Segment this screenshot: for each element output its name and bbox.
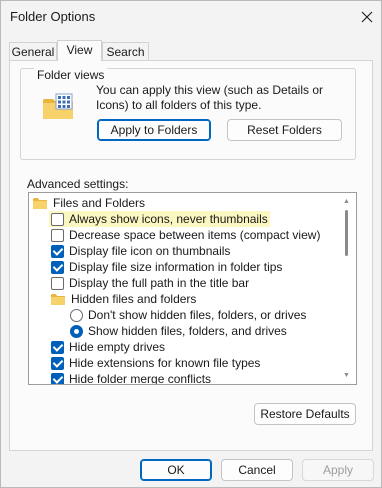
apply-to-folders-button[interactable]: Apply to Folders	[97, 119, 211, 141]
tree-item-label: Don't show hidden files, folders, or dri…	[88, 308, 307, 322]
checkbox-checked[interactable]	[51, 356, 64, 370]
restore-defaults-button[interactable]: Restore Defaults	[254, 403, 356, 425]
window-title: Folder Options	[10, 9, 96, 24]
tab-view[interactable]: View	[57, 40, 102, 61]
tree-item-label: Display file icon on thumbnails	[69, 244, 231, 258]
checkbox-checked[interactable]	[51, 372, 64, 384]
tree-item-display-file-icon[interactable]: Display file icon on thumbnails	[51, 243, 230, 259]
checkbox[interactable]	[51, 228, 64, 242]
close-button[interactable]	[353, 3, 381, 31]
tab-general-label: General	[11, 45, 55, 59]
tree-item-dont-show-hidden[interactable]: Don't show hidden files, folders, or dri…	[70, 307, 306, 323]
tree-item-label: Hidden files and folders	[71, 292, 197, 306]
tree-item-label: Files and Folders	[53, 196, 146, 210]
tree-item-label: Decrease space between items (compact vi…	[69, 228, 321, 242]
scroll-down-arrow-icon[interactable]: ▼	[342, 371, 351, 380]
tree-item-always-show-icons[interactable]: Always show icons, never thumbnails	[49, 211, 270, 227]
folder-views-description: You can apply this view (such as Details…	[96, 83, 324, 112]
folder-views-label: Folder views	[34, 68, 108, 82]
tab-general[interactable]: General	[9, 42, 57, 60]
tree-item-hide-extensions[interactable]: Hide extensions for known file types	[51, 355, 260, 371]
cancel-button[interactable]: Cancel	[221, 459, 293, 481]
tree-folder-hidden-files: Hidden files and folders	[51, 291, 196, 307]
tree-item-label: Hide extensions for known file types	[69, 356, 261, 370]
apply-button: Apply	[302, 459, 374, 481]
tab-search-label: Search	[106, 45, 145, 59]
tab-view-label: View	[66, 43, 93, 57]
tree-item-label: Display the full path in the title bar	[69, 276, 250, 290]
radio-button[interactable]	[70, 308, 83, 322]
tree-folder-files-and-folders: Files and Folders	[33, 195, 145, 211]
tree-item-hide-empty-drives[interactable]: Hide empty drives	[51, 339, 165, 355]
tree-item-display-full-path[interactable]: Display the full path in the title bar	[51, 275, 249, 291]
tree-item-label: Display file size information in folder …	[69, 260, 283, 274]
folder-options-dialog: Folder Options General View Search Folde…	[0, 0, 382, 488]
reset-folders-button[interactable]: Reset Folders	[227, 119, 342, 141]
advanced-settings-list[interactable]: Files and Folders Always show icons, nev…	[28, 192, 357, 385]
advanced-settings-label: Advanced settings:	[27, 177, 129, 191]
tree-item-label: Always show icons, never thumbnails	[69, 212, 268, 226]
highlight-marker: Always show icons, never thumbnails	[49, 211, 270, 227]
tree-item-decrease-space[interactable]: Decrease space between items (compact vi…	[51, 227, 320, 243]
checkbox[interactable]	[51, 276, 64, 290]
folder-icon	[33, 198, 47, 209]
tree-item-hide-merge-conflicts[interactable]: Hide folder merge conflicts	[51, 371, 212, 385]
title-bar: Folder Options	[1, 1, 381, 35]
tab-search[interactable]: Search	[102, 42, 149, 60]
tree-item-label: Hide empty drives	[69, 340, 166, 354]
tree-item-show-hidden[interactable]: Show hidden files, folders, and drives	[70, 323, 287, 339]
checkbox-checked[interactable]	[51, 260, 64, 274]
scroll-up-arrow-icon[interactable]: ▲	[342, 197, 351, 206]
close-icon	[361, 11, 373, 23]
scrollbar-thumb[interactable]	[345, 210, 348, 256]
tree-item-display-file-size[interactable]: Display file size information in folder …	[51, 259, 282, 275]
checkbox-checked[interactable]	[51, 340, 64, 354]
folder-views-icon	[43, 93, 73, 119]
tree-item-label: Show hidden files, folders, and drives	[88, 324, 287, 338]
ok-button[interactable]: OK	[140, 459, 212, 481]
folder-icon	[51, 294, 65, 305]
checkbox[interactable]	[51, 212, 64, 226]
checkbox-checked[interactable]	[51, 244, 64, 258]
radio-button-selected[interactable]	[70, 324, 83, 338]
tree-item-label: Hide folder merge conflicts	[69, 372, 212, 385]
